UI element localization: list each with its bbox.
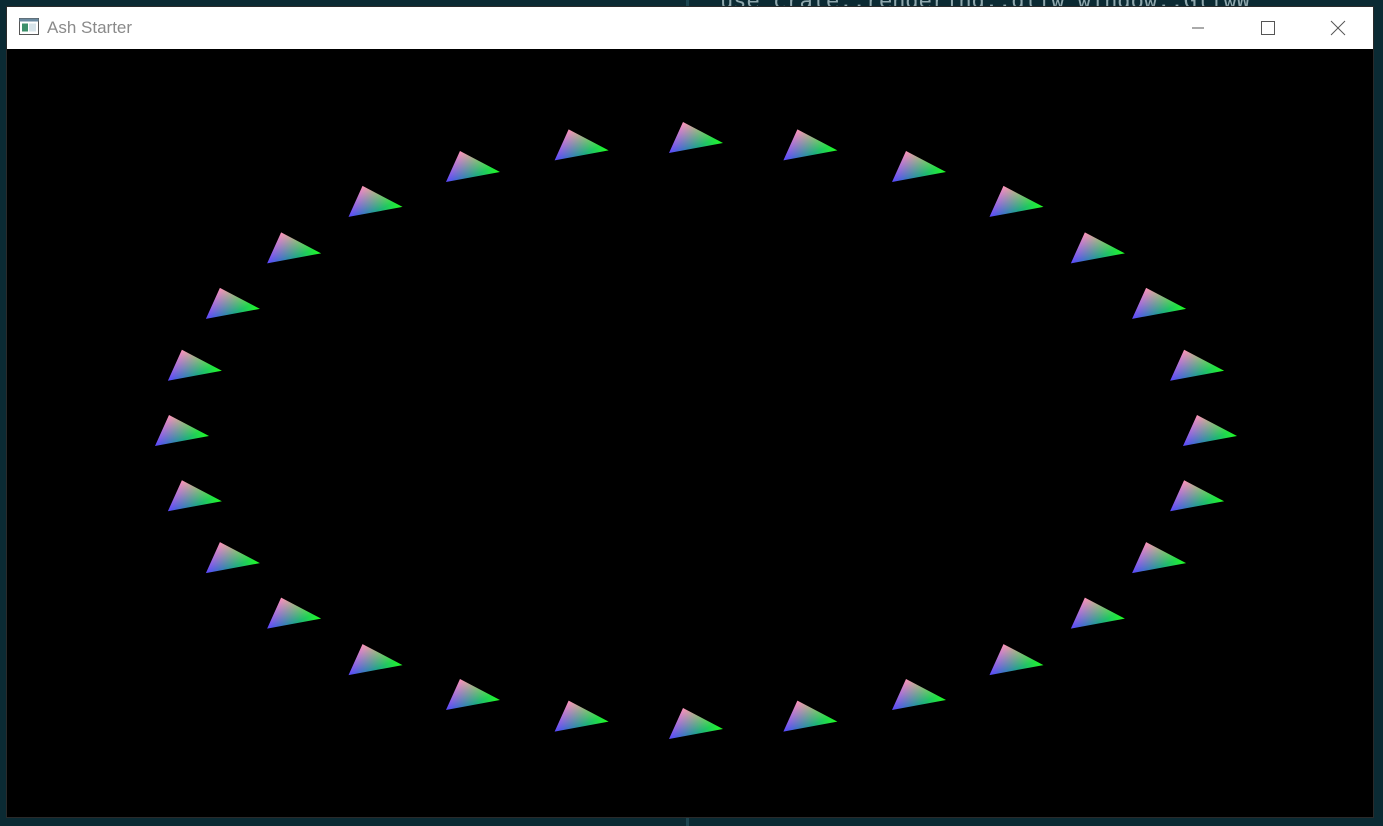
triangle <box>1170 480 1225 512</box>
triangle <box>267 597 322 629</box>
app-window: Ash Starter <box>7 7 1373 817</box>
app-icon <box>19 18 39 35</box>
minimize-button[interactable] <box>1163 7 1233 49</box>
triangle <box>783 700 838 732</box>
triangle <box>892 151 947 183</box>
triangle <box>1070 232 1125 264</box>
minimize-icon <box>1192 27 1204 29</box>
triangle <box>205 542 260 574</box>
triangle <box>155 415 209 446</box>
title-bar[interactable]: Ash Starter <box>7 7 1373 49</box>
triangle <box>669 122 723 153</box>
triangle <box>989 644 1044 676</box>
triangle <box>348 185 403 217</box>
triangle <box>989 185 1044 217</box>
triangle <box>445 678 500 710</box>
triangle <box>1132 542 1187 574</box>
triangle <box>267 232 322 264</box>
triangle <box>669 708 723 739</box>
triangle <box>167 349 222 381</box>
triangle <box>167 480 222 512</box>
triangle <box>554 129 609 161</box>
triangle <box>892 678 947 710</box>
triangle <box>783 129 838 161</box>
triangle <box>554 700 609 732</box>
triangle <box>445 151 500 183</box>
triangle <box>1170 349 1225 381</box>
triangle-ring <box>155 122 1237 739</box>
close-icon <box>1330 20 1346 36</box>
maximize-button[interactable] <box>1233 7 1303 49</box>
triangle <box>1183 415 1237 446</box>
window-title: Ash Starter <box>47 18 133 37</box>
triangle <box>205 287 260 319</box>
triangle <box>348 644 403 676</box>
close-button[interactable] <box>1303 7 1373 49</box>
triangle <box>1132 287 1187 319</box>
triangle <box>1070 597 1125 629</box>
render-viewport[interactable] <box>7 50 1373 817</box>
maximize-icon <box>1261 21 1275 35</box>
